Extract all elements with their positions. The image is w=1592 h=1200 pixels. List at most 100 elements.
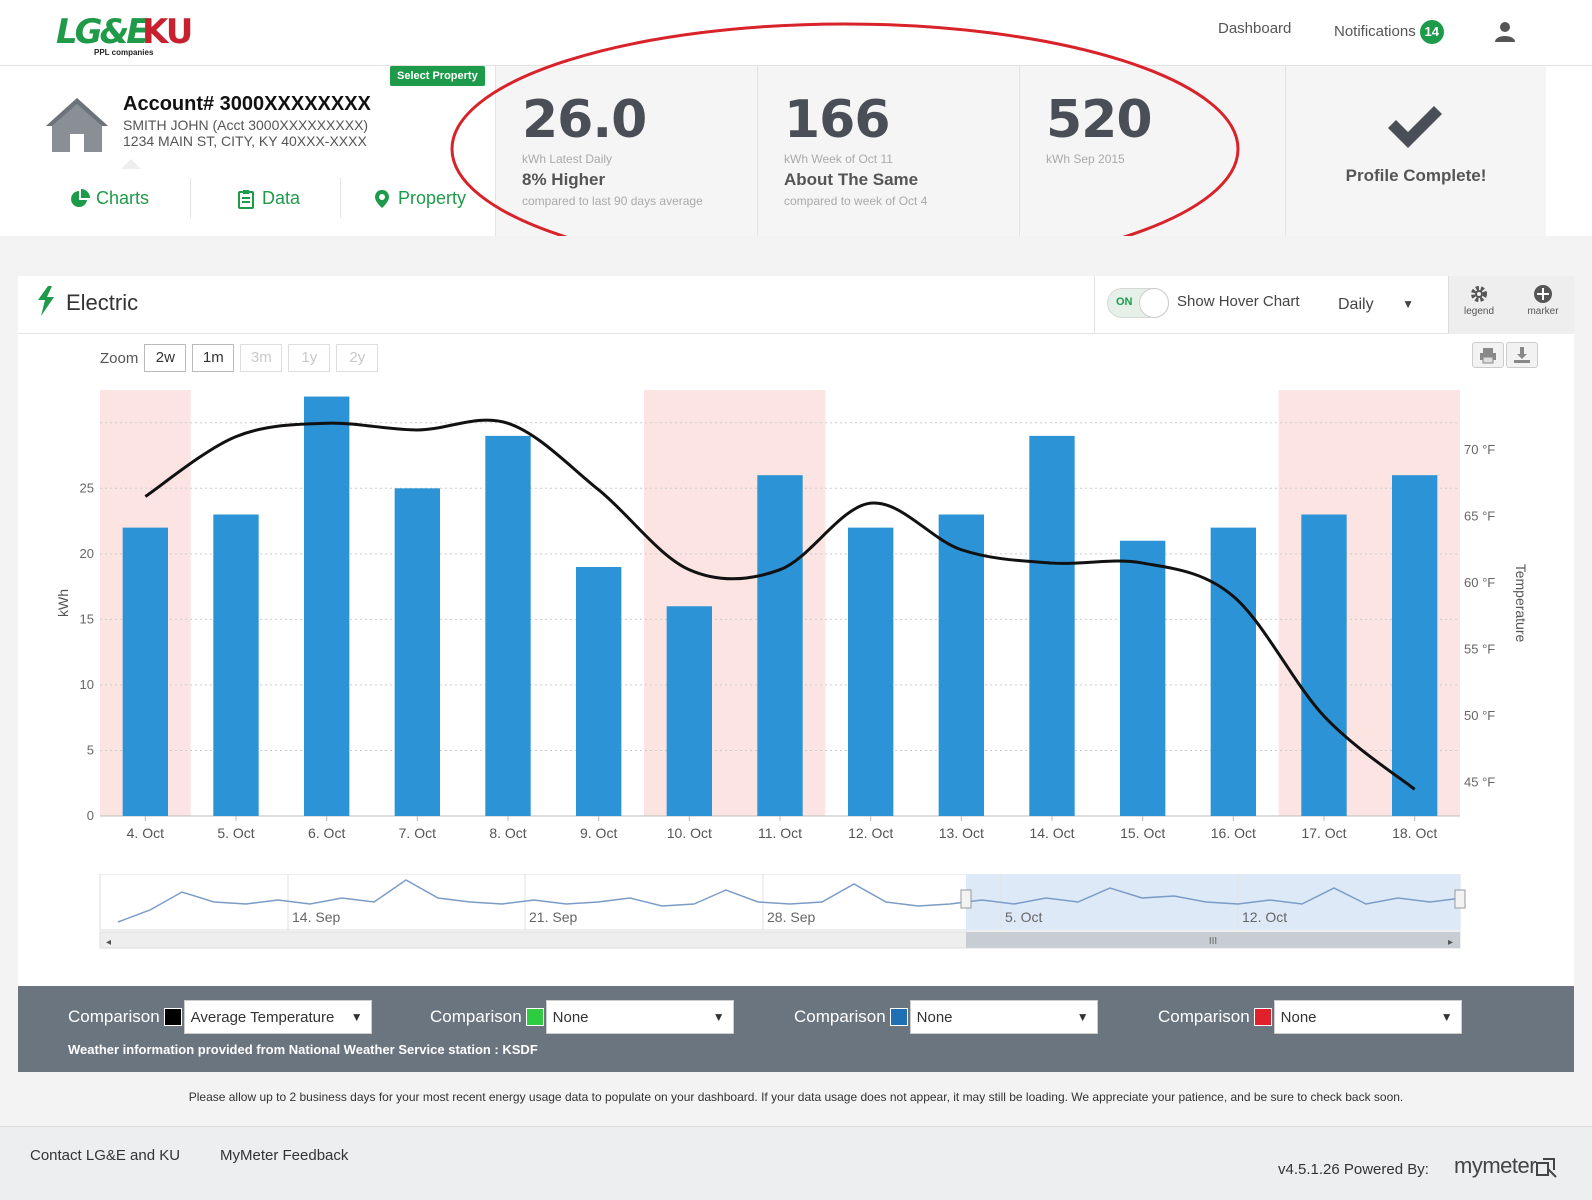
comparison-value: None — [916, 1009, 953, 1026]
usage-bar — [848, 527, 894, 816]
usage-bar — [757, 475, 803, 816]
plus-circle-icon — [1534, 285, 1552, 303]
comparison-1: Comparison Average Temperature ▼ — [68, 1000, 372, 1034]
period-select[interactable]: Daily ▼ — [1328, 288, 1424, 322]
checkmark-icon — [1388, 106, 1442, 148]
tab-charts-label: Charts — [96, 188, 150, 208]
y-tick-label: 0 — [87, 808, 94, 823]
stat-comparison: 8% Higher — [522, 170, 606, 189]
period-value: Daily — [1338, 296, 1374, 313]
legend-label: legend — [1463, 306, 1495, 317]
y2-tick-label: 65 °F — [1464, 508, 1495, 523]
comparison-4-select[interactable]: None ▼ — [1273, 1000, 1462, 1034]
nav-notifications[interactable]: Notifications 14 — [1334, 20, 1444, 44]
mymeter-logo-icon — [1536, 1158, 1557, 1178]
contact-link[interactable]: Contact LG&E and KU — [30, 1147, 180, 1164]
comparison-value: Average Temperature — [190, 1009, 335, 1026]
caret-down-icon: ▼ — [1440, 1010, 1453, 1024]
usage-bar — [1392, 475, 1438, 816]
account-holder: SMITH JOHN (Acct 3000XXXXXXXXX) — [123, 117, 369, 133]
comparison-1-select[interactable]: Average Temperature ▼ — [183, 1000, 372, 1034]
print-icon — [1480, 348, 1496, 364]
feedback-link[interactable]: MyMeter Feedback — [220, 1147, 348, 1164]
x-tick-label: 7. Oct — [399, 825, 436, 841]
usage-bar — [122, 527, 168, 816]
usage-bar — [666, 606, 712, 816]
account-number: Account# 3000XXXXXXXX — [123, 93, 371, 115]
navigator-handle-left — [960, 889, 972, 909]
tab-charts[interactable]: Charts — [70, 188, 149, 209]
y-tick-label: 5 — [87, 742, 94, 757]
profile-status[interactable]: Profile Complete! — [1286, 66, 1546, 236]
comparison-2-select[interactable]: None ▼ — [545, 1000, 734, 1034]
usage-chart[interactable]: 0 5 10 15 20 25 kWh 45 °F 50 °F 55 °F 60 °F 65 °F 70… — [18, 372, 1574, 870]
lge-ku-logo[interactable]: LG&E KU PPL companies — [56, 10, 206, 60]
x-tick-label: 9. Oct — [580, 825, 617, 841]
notifications-label: Notifications — [1334, 22, 1416, 40]
logo-lge: LG&E — [56, 12, 149, 52]
zoom-3m-button[interactable]: 3m — [240, 344, 283, 372]
usage-bar — [394, 488, 440, 816]
toggle-knob — [1139, 288, 1169, 318]
toggle-switch[interactable]: ON — [1107, 288, 1169, 318]
x-tick-label: 13. Oct — [939, 825, 984, 841]
y-tick-label: 10 — [80, 677, 94, 692]
caret-down-icon: ▼ — [712, 1010, 725, 1024]
zoom-label: Zoom — [100, 349, 139, 367]
hover-chart-toggle[interactable]: ON Show Hover Chart — [1094, 276, 1304, 334]
select-property-button[interactable]: Select Property — [390, 66, 485, 86]
chart-tools: legend marker — [1448, 276, 1574, 334]
download-icon — [1514, 347, 1530, 363]
user-icon[interactable] — [1494, 20, 1516, 42]
chart-panel: Electric ON Show Hover Chart Daily ▼ leg… — [18, 276, 1574, 986]
comparison-3-select[interactable]: None ▼ — [909, 1000, 1098, 1034]
comparison-swatch — [889, 1008, 908, 1026]
stat-latest-daily: 26.0 kWh Latest Daily 8% Higher compared… — [496, 66, 758, 236]
x-tick-label: 4. Oct — [127, 825, 164, 841]
zoom-2y-button[interactable]: 2y — [336, 344, 379, 372]
y2-axis-label: Temperature — [1513, 564, 1529, 643]
active-tab-pointer — [121, 159, 141, 169]
gear-icon — [1471, 286, 1487, 302]
download-button[interactable] — [1506, 342, 1538, 368]
comparison-3: Comparison None ▼ — [794, 1000, 1098, 1034]
top-bar: LG&E KU PPL companies Dashboard Notifica… — [0, 0, 1592, 66]
scrollbar-grip: III — [1209, 936, 1217, 947]
y-tick-label: 15 — [80, 611, 94, 626]
stat-unit: kWh Latest Daily — [522, 152, 613, 166]
navigator-handle-right — [1454, 889, 1466, 909]
version-text: v4.5.1.26 Powered By: — [1278, 1161, 1429, 1178]
y2-tick-label: 70 °F — [1464, 442, 1495, 457]
account-tabs: Charts Data Property — [0, 178, 496, 218]
marker-button[interactable]: marker — [1513, 284, 1573, 317]
nav-dashboard[interactable]: Dashboard — [1218, 20, 1291, 37]
legend-button[interactable]: legend — [1449, 284, 1509, 317]
zoom-1m-button[interactable]: 1m — [192, 344, 235, 372]
zoom-1y-button[interactable]: 1y — [288, 344, 331, 372]
mymeter-logo: mymeter — [1454, 1153, 1537, 1178]
x-tick-label: 10. Oct — [667, 825, 712, 841]
tab-data[interactable]: Data — [236, 188, 300, 209]
x-tick-label: 15. Oct — [1120, 825, 1165, 841]
comparison-swatch — [163, 1008, 182, 1026]
usage-bar — [1120, 540, 1166, 816]
usage-bar — [1210, 527, 1256, 816]
y2-tick-label: 60 °F — [1464, 575, 1495, 590]
zoom-2w-button[interactable]: 2w — [144, 344, 187, 372]
usage-bar — [576, 566, 622, 816]
range-navigator[interactable]: 14. Sep 21. Sep 28. Sep 5. Oct 12. Oct III ◂ ▸ — [18, 874, 1574, 956]
usage-bar — [213, 514, 259, 816]
tab-property[interactable]: Property — [372, 188, 466, 209]
data-delay-notice: Please allow up to 2 business days for y… — [188, 1090, 1404, 1104]
comparison-2: Comparison None ▼ — [430, 1000, 734, 1034]
stat-weekly: 166 kWh Week of Oct 11 About The Same co… — [758, 66, 1020, 236]
usage-bar — [938, 514, 984, 816]
map-pin-icon — [375, 189, 389, 208]
weather-note: Weather information provided from Nation… — [68, 1042, 538, 1057]
lightning-bolt-icon — [38, 286, 54, 316]
account-address: 1234 MAIN ST, CITY, KY 40XXX-XXXX — [123, 133, 367, 149]
toggle-state: ON — [1116, 296, 1133, 308]
x-tick-label: 16. Oct — [1211, 825, 1256, 841]
hover-chart-label: Show Hover Chart — [1177, 293, 1300, 310]
print-button[interactable] — [1472, 342, 1504, 368]
